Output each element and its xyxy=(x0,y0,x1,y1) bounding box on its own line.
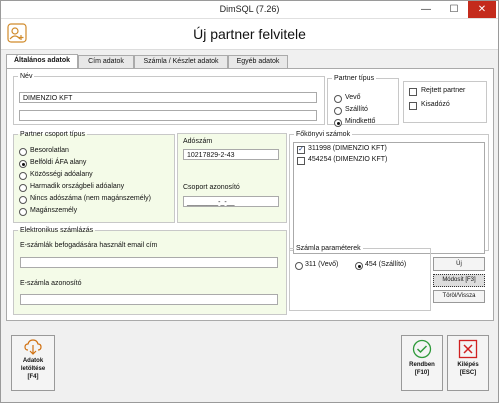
maximize-button[interactable]: ☐ xyxy=(440,1,468,18)
download-data-button[interactable]: Adatok letöltése [F4] xyxy=(11,335,55,391)
einvoice-email-input[interactable] xyxy=(20,257,278,268)
name-field-2[interactable] xyxy=(19,110,317,121)
hidden-partner-checkbox[interactable] xyxy=(409,88,417,96)
download-label-2: letöltése xyxy=(20,366,46,372)
flags-group: Rejtett partner Kisadózó xyxy=(403,81,487,123)
ledger-item-2-label: 454254 (DIMENZIO KFT) xyxy=(308,156,388,163)
group-type-unclassified-radio[interactable] xyxy=(19,148,27,156)
app-window: DimSQL (7.26) — ☐ ✕ Új partner felvitele… xyxy=(0,0,499,403)
partner-type-supplier-radio[interactable] xyxy=(334,107,342,115)
ok-label: Rendben xyxy=(409,362,435,368)
group-type-unclassified-label: Besorolatlan xyxy=(30,147,69,154)
einvoice-email-label: E-számlák befogadására használt email cí… xyxy=(20,242,158,249)
partner-type-customer-radio[interactable] xyxy=(334,95,342,103)
dialog-header: Új partner felvitele xyxy=(1,19,498,50)
tab-address[interactable]: Cím adatok xyxy=(78,55,134,68)
partner-type-both-label: Mindkettő xyxy=(345,118,376,125)
group-id-input[interactable]: ________-_-__ xyxy=(183,196,279,207)
group-type-domestic-vat-radio[interactable] xyxy=(19,160,27,168)
close-button[interactable]: ✕ xyxy=(468,1,496,18)
group-type-group: Partner csoport típus Besorolatlan Belfö… xyxy=(13,131,175,223)
exit-button[interactable]: Kilépés [ESC] xyxy=(447,335,489,391)
einvoice-id-label: E-számla azonosító xyxy=(20,280,82,287)
einvoice-id-input[interactable] xyxy=(20,294,278,305)
name-group: Név DIMENZIO KFT xyxy=(13,73,325,125)
excluded-checkbox[interactable] xyxy=(409,102,417,110)
tab-general[interactable]: Általános adatok xyxy=(6,54,78,69)
modify-button[interactable]: Módosít [F3] xyxy=(433,274,485,287)
group-type-community-radio[interactable] xyxy=(19,172,27,180)
tax-number-input[interactable]: 10217829-2-43 xyxy=(183,149,279,160)
invoice-param-454-radio[interactable] xyxy=(355,262,363,270)
cloud-download-icon xyxy=(24,339,42,355)
invoice-param-311-radio[interactable] xyxy=(295,262,303,270)
page-title: Új partner felvitele xyxy=(193,26,306,42)
download-key: [F4] xyxy=(27,374,39,380)
group-type-domestic-vat-label: Belföldi ÁFA alany xyxy=(30,159,87,166)
ok-button[interactable]: Rendben [F10] xyxy=(401,335,443,391)
partner-type-customer-label: Vevő xyxy=(345,94,361,101)
group-type-third-country-radio[interactable] xyxy=(19,184,27,192)
minimize-button[interactable]: — xyxy=(412,1,440,18)
exit-key: [ESC] xyxy=(459,370,477,376)
tax-number-label: Adószám xyxy=(183,138,213,145)
group-type-no-tax-radio[interactable] xyxy=(19,196,27,204)
einvoice-legend: Elektronikus számlázás xyxy=(20,227,94,234)
invoice-params-group: Számla paraméterek 311 (Vevő) 454 (Száll… xyxy=(289,245,431,311)
group-id-label: Csoport azonosító xyxy=(183,184,240,191)
exit-label: Kilépés xyxy=(457,362,479,368)
close-box-icon xyxy=(458,339,478,359)
delete-button[interactable]: Töröl/Vissza xyxy=(433,290,485,303)
new-button[interactable]: Új xyxy=(433,257,485,271)
einvoice-group: Elektronikus számlázás E-számlák befogad… xyxy=(13,227,287,315)
partner-type-legend: Partner típus xyxy=(334,75,375,82)
group-type-private-radio[interactable] xyxy=(19,208,27,216)
general-tab-panel: Név DIMENZIO KFT Partner típus Vevő Szál… xyxy=(6,68,494,321)
invoice-param-311-label: 311 (Vevő) xyxy=(305,261,339,268)
partner-type-supplier-label: Szállító xyxy=(345,106,368,113)
check-circle-icon xyxy=(412,339,432,359)
name-field-1[interactable]: DIMENZIO KFT xyxy=(19,92,317,103)
name-legend: Név xyxy=(20,73,33,80)
partner-type-both-radio[interactable] xyxy=(334,119,342,127)
ledger-item-1-label: 311998 (DIMENZIO KFT) xyxy=(308,145,387,152)
group-type-community-label: Közösségi adóalany xyxy=(30,171,93,178)
group-type-no-tax-label: Nincs adószáma (nem magánszemély) xyxy=(30,195,151,202)
hidden-partner-label: Rejtett partner xyxy=(421,87,466,94)
tax-group: Adószám 10217829-2-43 Csoport azonosító … xyxy=(177,133,287,223)
ok-key: [F10] xyxy=(414,370,430,376)
tab-invoice-stock[interactable]: Számla / Készlet adatok xyxy=(134,55,228,68)
group-type-third-country-label: Harmadik országbeli adóalany xyxy=(30,183,125,190)
ledger-group: Főkönyvi számok ✓ 311998 (DIMENZIO KFT) … xyxy=(289,131,489,254)
tab-other[interactable]: Egyéb adatok xyxy=(228,55,288,68)
title-bar: DimSQL (7.26) — ☐ ✕ xyxy=(1,1,498,19)
download-label-1: Adatok xyxy=(22,358,44,364)
group-type-legend: Partner csoport típus xyxy=(20,131,85,138)
invoice-params-legend: Számla paraméterek xyxy=(296,245,361,252)
ledger-item-2-checkbox[interactable] xyxy=(297,157,305,165)
ledger-legend: Főkönyvi számok xyxy=(296,131,351,138)
partner-type-group: Partner típus Vevő Szállító Mindkettő xyxy=(327,75,399,127)
ledger-item-1-checkbox[interactable]: ✓ xyxy=(297,146,305,154)
group-type-private-label: Magánszemély xyxy=(30,207,78,214)
excluded-label: Kisadózó xyxy=(421,101,450,108)
invoice-param-454-label: 454 (Szállító) xyxy=(365,261,407,268)
ledger-list: ✓ 311998 (DIMENZIO KFT) 454254 (DIMENZIO… xyxy=(293,142,485,254)
